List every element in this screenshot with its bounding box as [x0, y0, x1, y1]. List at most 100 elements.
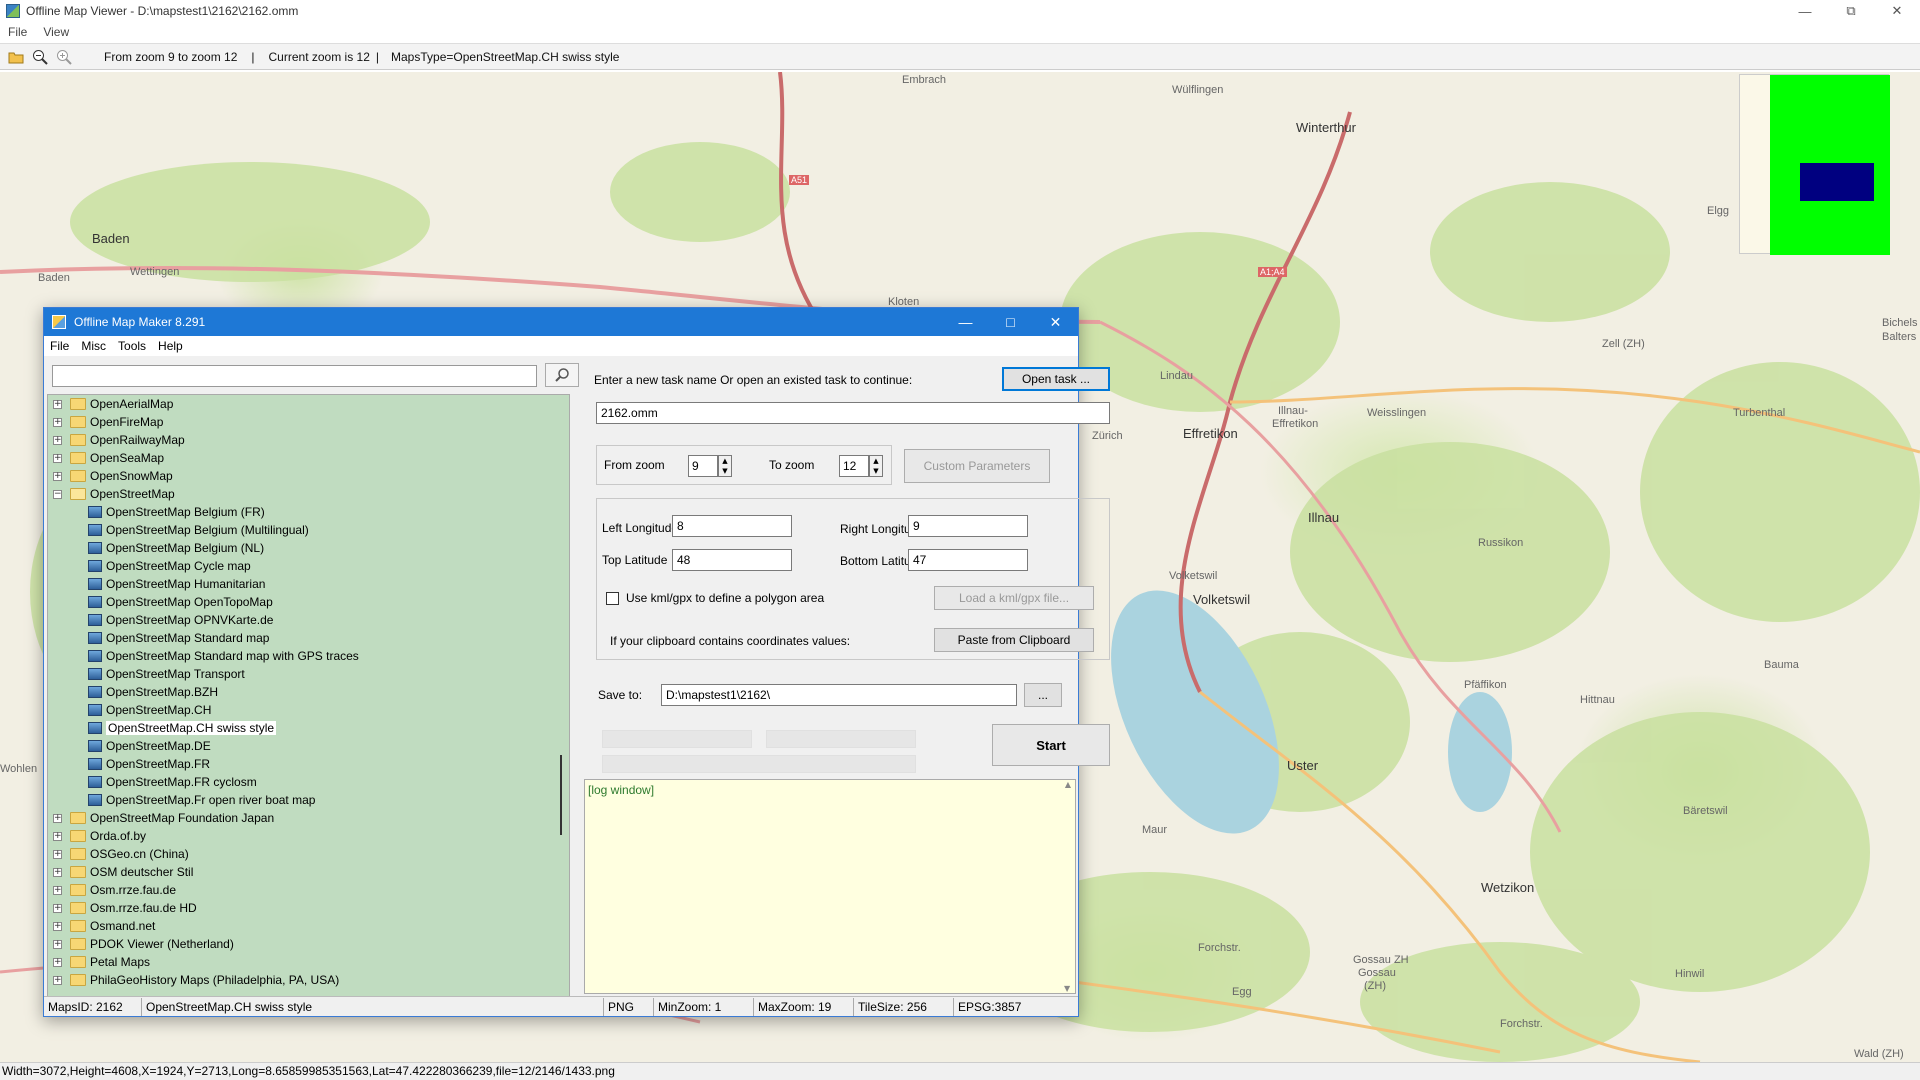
tree-folder-open[interactable]: − OpenStreetMap [48, 485, 569, 503]
tree-map-item[interactable]: OpenStreetMap Standard map [48, 629, 569, 647]
tree-map-item[interactable]: OpenStreetMap Belgium (NL) [48, 539, 569, 557]
open-folder-icon [70, 488, 86, 500]
tree-map-item[interactable]: OpenStreetMap.FR cyclosm [48, 773, 569, 791]
close-icon[interactable]: ✕ [1033, 308, 1078, 336]
tree-map-item[interactable]: OpenStreetMap.BZH [48, 683, 569, 701]
expand-icon[interactable]: + [53, 885, 62, 895]
close-icon[interactable]: ✕ [1874, 0, 1920, 22]
save-to-input[interactable]: D:\mapstest1\2162\ [661, 684, 1017, 706]
scrollbar-thumb[interactable] [560, 755, 562, 835]
map-icon [88, 758, 102, 770]
tree-folder[interactable]: + OpenRailwayMap [48, 431, 569, 449]
restore-icon[interactable]: ⧉ [1828, 0, 1874, 22]
custom-parameters-button[interactable]: Custom Parameters [904, 449, 1050, 483]
open-folder-icon[interactable] [6, 47, 26, 67]
tree-map-item[interactable]: OpenStreetMap Standard map with GPS trac… [48, 647, 569, 665]
expand-icon[interactable]: + [53, 399, 62, 409]
tree-map-item[interactable]: OpenStreetMap Humanitarian [48, 575, 569, 593]
expand-icon[interactable]: + [53, 957, 62, 967]
tree-map-item-selected[interactable]: OpenStreetMap.CH swiss style [48, 719, 569, 737]
maximize-icon[interactable]: □ [988, 308, 1033, 336]
tree-map-item[interactable]: OpenStreetMap Belgium (Multilingual) [48, 521, 569, 539]
paste-from-clipboard-button[interactable]: Paste from Clipboard [934, 628, 1094, 652]
expand-icon[interactable]: + [53, 849, 62, 859]
tree-folder[interactable]: + OpenSeaMap [48, 449, 569, 467]
scroll-up-icon[interactable]: ▲ [1065, 780, 1071, 789]
minimize-icon[interactable]: — [943, 308, 988, 336]
task-name-input[interactable]: 2162.omm [596, 402, 1110, 424]
log-scrollbar[interactable]: ▲ ▼ [1061, 780, 1075, 993]
spinner-arrows-icon[interactable]: ▲ ▼ [718, 455, 732, 477]
tree-folder[interactable]: + PDOK Viewer (Netherland) [48, 935, 569, 953]
tree-map-item[interactable]: OpenStreetMap Cycle map [48, 557, 569, 575]
tree-map-item[interactable]: OpenStreetMap Transport [48, 665, 569, 683]
expand-icon[interactable]: + [53, 435, 62, 445]
zoom-out-icon[interactable] [30, 47, 50, 67]
tree-map-item[interactable]: OpenStreetMap OpenTopoMap [48, 593, 569, 611]
zoom-in-icon[interactable] [54, 47, 74, 67]
tree-map-item[interactable]: OpenStreetMap Belgium (FR) [48, 503, 569, 521]
expand-icon[interactable]: + [53, 939, 62, 949]
menu-help[interactable]: Help [158, 339, 183, 353]
overview-viewport[interactable] [1800, 163, 1874, 201]
tree-folder[interactable]: + Osm.rrze.fau.de [48, 881, 569, 899]
map-icon [88, 596, 102, 608]
left-longitude-input[interactable]: 8 [672, 515, 792, 537]
minimize-icon[interactable]: — [1782, 0, 1828, 22]
tree-folder[interactable]: + OpenFireMap [48, 413, 569, 431]
expand-icon[interactable]: + [53, 867, 62, 877]
expand-icon[interactable]: + [53, 417, 62, 427]
expand-icon[interactable]: + [53, 975, 62, 985]
open-task-button[interactable]: Open task ... [1002, 367, 1110, 391]
menu-view[interactable]: View [43, 25, 69, 39]
tree-folder[interactable]: + Petal Maps [48, 953, 569, 971]
menu-misc[interactable]: Misc [81, 339, 106, 353]
tree-folder[interactable]: + OpenAerialMap [48, 395, 569, 413]
tree-map-item[interactable]: OpenStreetMap.DE [48, 737, 569, 755]
expand-icon[interactable]: + [53, 921, 62, 931]
map-source-tree[interactable]: + OpenAerialMap + OpenFireMap + OpenRailway… [47, 394, 570, 997]
tree-folder[interactable]: + Orda.of.by [48, 827, 569, 845]
tree-map-item[interactable]: OpenStreetMap OPNVKarte.de [48, 611, 569, 629]
expand-icon[interactable]: + [53, 813, 62, 823]
collapse-icon[interactable]: − [53, 489, 62, 499]
search-button[interactable] [545, 363, 579, 387]
tree-map-item[interactable]: OpenStreetMap.FR [48, 755, 569, 773]
spinner-arrows-icon[interactable]: ▲ ▼ [869, 455, 883, 477]
overview-minimap[interactable] [1739, 74, 1890, 255]
map-icon [88, 740, 102, 752]
folder-icon [70, 812, 86, 824]
expand-icon[interactable]: + [53, 903, 62, 913]
tree-folder[interactable]: + Osm.rrze.fau.de HD [48, 899, 569, 917]
menu-file[interactable]: File [8, 25, 27, 39]
from-zoom-stepper[interactable]: 9 ▲ ▼ [688, 455, 734, 477]
tree-folder[interactable]: + OpenStreetMap Foundation Japan [48, 809, 569, 827]
tree-folder[interactable]: + OSGeo.cn (China) [48, 845, 569, 863]
tree-scrollbar[interactable] [553, 395, 569, 996]
tree-folder[interactable]: + Osmand.net [48, 917, 569, 935]
right-longitude-input[interactable]: 9 [908, 515, 1028, 537]
map-icon [88, 524, 102, 536]
tree-map-item[interactable]: OpenStreetMap.Fr open river boat map [48, 791, 569, 809]
to-zoom-stepper[interactable]: 12 ▲ ▼ [839, 455, 885, 477]
search-input[interactable] [52, 365, 537, 387]
map-label: Baden [92, 231, 130, 246]
start-button[interactable]: Start [992, 724, 1110, 766]
dialog-titlebar[interactable]: Offline Map Maker 8.291 — □ ✕ [44, 308, 1078, 336]
scroll-down-icon[interactable]: ▼ [1064, 984, 1070, 993]
expand-icon[interactable]: + [53, 831, 62, 841]
browse-button[interactable]: ... [1024, 683, 1062, 707]
expand-icon[interactable]: + [53, 471, 62, 481]
tree-folder[interactable]: + PhilaGeoHistory Maps (Philadelphia, PA,… [48, 971, 569, 989]
menu-tools[interactable]: Tools [118, 339, 146, 353]
bottom-latitude-input[interactable]: 47 [908, 549, 1028, 571]
menu-file[interactable]: File [50, 339, 69, 353]
tree-folder[interactable]: + OSM deutscher Stil [48, 863, 569, 881]
kml-polygon-checkbox[interactable] [606, 592, 619, 605]
tree-folder[interactable]: + OpenSnowMap [48, 467, 569, 485]
expand-icon[interactable]: + [53, 453, 62, 463]
load-kml-button[interactable]: Load a kml/gpx file... [934, 586, 1094, 610]
log-window[interactable]: [log window] ▲ ▼ [584, 779, 1076, 994]
tree-map-item[interactable]: OpenStreetMap.CH [48, 701, 569, 719]
top-latitude-input[interactable]: 48 [672, 549, 792, 571]
